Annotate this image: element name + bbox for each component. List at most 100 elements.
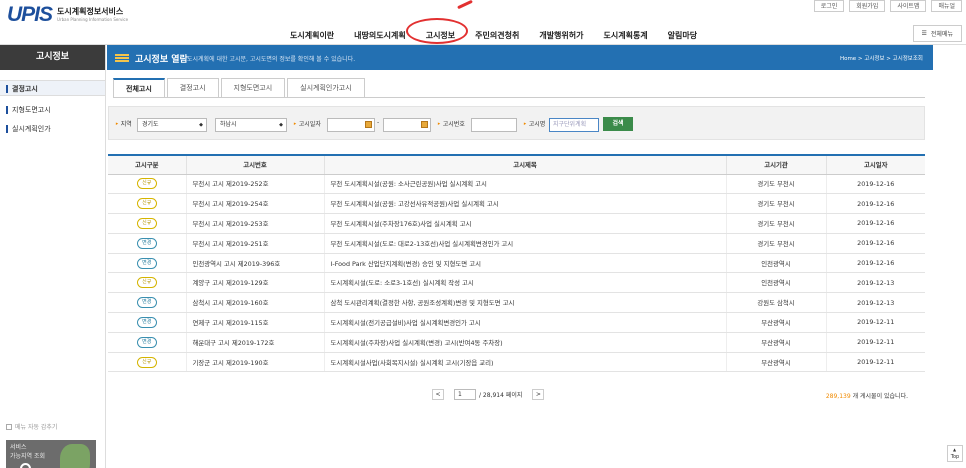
cell-number[interactable]: 인천광역시 고시 제2019-396호 (185, 253, 324, 274)
col-number[interactable]: 고시번호 (185, 154, 324, 175)
col-org[interactable]: 고시기관 (725, 154, 826, 175)
nav-development-permit[interactable]: 개발행위허가 (539, 30, 583, 41)
sidebar: 고시정보 결정고시 지형도면고시 실시계획인가 메뉴 자동 감추기 서비스 가능… (0, 45, 106, 468)
table-row[interactable]: 신규 부천시 고시 제2019-252호 부천 도시계획시설(공원: 소사근린공원)… (108, 174, 925, 195)
cell-number[interactable]: 부천시 고시 제2019-253호 (185, 213, 324, 234)
table-row[interactable]: 신규 부천시 고시 제2019-253호 부천 도시계획시설(주차장176호)사업 … (108, 213, 925, 234)
table-row[interactable]: 신규 부천시 고시 제2019-254호 부천 도시계획시설(공원: 고강선사유적공… (108, 193, 925, 215)
service-area-banner[interactable]: 서비스 가능지역 조회 (6, 440, 96, 468)
cell-title[interactable]: 도시계획시설(도로: 소로3-1호선) 실시계획 작성 고시 (323, 272, 726, 294)
tab-topographic[interactable]: 지형도면고시 (220, 78, 286, 97)
sidebar-item-implementation[interactable]: 실시계획인가 (0, 121, 105, 137)
breadcrumb: Home > 고시정보 > 고시정보조회 (839, 56, 923, 62)
cell-title[interactable]: 부천 도시계획시설(도로: 대로2-13호선)사업 실시계획변경인가 고시 (323, 233, 726, 254)
cell-date: 2019-12-11 (825, 312, 925, 333)
nav-urban-planning[interactable]: 도시계획이란 (290, 30, 334, 41)
scroll-top-button[interactable]: Top (947, 445, 963, 462)
cell-org: 부산광역시 (725, 312, 826, 333)
cell-type: 신규 (108, 352, 186, 373)
notice-name-input[interactable]: 지구단위계획 (549, 118, 599, 132)
tab-implementation[interactable]: 실시계획인가고시 (287, 78, 365, 97)
checkbox-icon (6, 423, 12, 430)
table-row[interactable]: 변경 삼척시 고시 제2019-160호 삼척 도시관리계획(결정한 사항, 공원조… (108, 292, 925, 314)
cell-type: 신규 (108, 193, 186, 215)
sidebar-item-decision[interactable]: 결정고시 (0, 80, 105, 96)
table-row[interactable]: 변경 부천시 고시 제2019-251호 부천 도시계획시설(도로: 대로2-13호… (108, 233, 925, 254)
table-row[interactable]: 변경 인천광역시 고시 제2019-396호 I-Food Park 산업단지계획(… (108, 253, 925, 274)
next-page-button[interactable]: > (532, 389, 545, 400)
cell-number[interactable]: 부천시 고시 제2019-251호 (185, 233, 324, 254)
cell-title[interactable]: I-Food Park 산업단지계획(변경) 승인 및 지형도면 고시 (323, 253, 726, 274)
nav-statistics[interactable]: 도시계획통계 (604, 30, 648, 41)
cell-org: 부산광역시 (725, 332, 826, 353)
cell-org: 경기도 부천시 (725, 213, 826, 234)
manual-link[interactable]: 매뉴얼 (931, 0, 962, 12)
prev-page-button[interactable]: < (432, 389, 444, 400)
red-highlight-circle (406, 18, 468, 44)
cell-title[interactable]: 부천 도시계획시설(공원: 고강선사유적공원)사업 실시계획 고시 (323, 193, 726, 215)
cell-type: 변경 (108, 332, 186, 353)
calendar-icon[interactable] (365, 121, 372, 128)
cell-number[interactable]: 부천시 고시 제2019-254호 (185, 193, 324, 215)
cell-org: 부산광역시 (725, 352, 826, 373)
upis-page: UPIS 도시계획정보서비스 Urban Planning Informatio… (0, 0, 966, 468)
col-date[interactable]: 고시일자 (825, 154, 925, 175)
type-badge: 신규 (136, 356, 157, 368)
cell-title[interactable]: 부천 도시계획시설(공원: 소사근린공원)사업 실시계획 고시 (323, 174, 726, 195)
type-badge: 신규 (136, 217, 157, 229)
table-row[interactable]: 신규 기장군 고시 제2019-190호 도시계획시설사업(사회복지시설) 실시계획… (108, 352, 925, 373)
table-row[interactable]: 변경 연제구 고시 제2019-115호 도시계획시설(전기공급설비)사업 실시계획… (108, 312, 925, 333)
notice-tabs: 전체고시 결정고시 지형도면고시 실시계획인가고시 (113, 78, 367, 97)
all-menu-button[interactable]: ☰ 전체메뉴 (912, 25, 962, 42)
table-row[interactable]: 신규 계양구 고시 제2019-129호 도시계획시설(도로: 소로3-1호선) 실… (108, 272, 925, 294)
cell-number[interactable]: 해운대구 고시 제2019-172호 (185, 332, 324, 353)
cell-title[interactable]: 부천 도시계획시설(주차장176호)사업 실시계획 고시 (323, 213, 726, 234)
nav-notice-board[interactable]: 알림마당 (668, 30, 697, 41)
type-badge: 변경 (136, 297, 157, 309)
notice-number-input[interactable] (471, 118, 517, 132)
total-count: 289,139 개 게시물이 있습니다. (826, 391, 908, 400)
type-badge: 변경 (136, 316, 157, 328)
cell-number[interactable]: 연제구 고시 제2019-115호 (185, 312, 324, 333)
auto-hide-toggle[interactable]: 메뉴 자동 감추기 (6, 422, 57, 431)
sitemap-link[interactable]: 사이트맵 (890, 0, 927, 12)
cell-org: 인천광역시 (725, 272, 826, 294)
region-city-select[interactable]: 하남시 (215, 118, 287, 132)
cell-date: 2019-12-13 (825, 272, 925, 294)
map-icon (60, 444, 90, 468)
tab-all[interactable]: 전체고시 (113, 78, 165, 97)
notice-table: 고시구분 고시번호 고시제목 고시기관 고시일자 신규 부천시 고시 제2019-… (108, 154, 925, 373)
cell-number[interactable]: 삼척시 고시 제2019-160호 (185, 292, 324, 314)
cell-type: 변경 (108, 253, 186, 274)
page-select[interactable]: 1 (454, 389, 476, 400)
table-body: 신규 부천시 고시 제2019-252호 부천 도시계획시설(공원: 소사근린공원)… (108, 174, 925, 373)
type-badge: 신규 (136, 178, 157, 190)
cell-number[interactable]: 계양구 고시 제2019-129호 (185, 272, 324, 294)
login-link[interactable]: 로그인 (813, 0, 845, 12)
auto-hide-label: 메뉴 자동 감추기 (15, 424, 58, 431)
logo-name-kr: 도시계획정보서비스 (57, 7, 124, 16)
search-icon (20, 463, 31, 468)
col-title[interactable]: 고시제목 (323, 154, 726, 175)
cell-title[interactable]: 도시계획시설(전기공급설비)사업 실시계획변경인가 고시 (323, 312, 726, 333)
cell-title[interactable]: 도시계획시설(주차장)사업 실시계획(변경) 고시(반여4동 주차장) (323, 332, 726, 353)
cell-title[interactable]: 삼척 도시관리계획(결정한 사항, 공원조성계획)변경 및 지형도면 고시 (323, 292, 726, 314)
calendar-icon[interactable] (421, 121, 428, 128)
sidebar-item-topographic[interactable]: 지형도면고시 (0, 102, 105, 118)
cell-title[interactable]: 도시계획시설사업(사회복지시설) 실시계획 고시(기장읍 교리) (323, 352, 726, 373)
table-row[interactable]: 변경 해운대구 고시 제2019-172호 도시계획시설(주차장)사업 실시계획(변… (108, 332, 925, 353)
tab-divider (113, 97, 925, 98)
tab-decision[interactable]: 결정고시 (166, 78, 219, 97)
join-link[interactable]: 회원가입 (849, 0, 886, 12)
site-logo[interactable]: UPIS 도시계획정보서비스 Urban Planning Informatio… (7, 3, 128, 27)
cell-org: 경기도 부천시 (725, 174, 826, 195)
region-province-select[interactable]: 경기도 (137, 118, 207, 132)
cell-number[interactable]: 부천시 고시 제2019-252호 (185, 174, 324, 195)
search-button[interactable]: 검색 (603, 117, 633, 131)
nav-public-opinion[interactable]: 주민의견청취 (475, 30, 519, 41)
nav-my-land[interactable]: 내땅의도시계획 (354, 30, 406, 41)
top-bar: UPIS 도시계획정보서비스 Urban Planning Informatio… (0, 0, 966, 45)
total-count-suffix: 개 게시물이 있습니다. (852, 393, 908, 400)
col-type[interactable]: 고시구분 (108, 154, 186, 175)
cell-number[interactable]: 기장군 고시 제2019-190호 (185, 352, 324, 373)
